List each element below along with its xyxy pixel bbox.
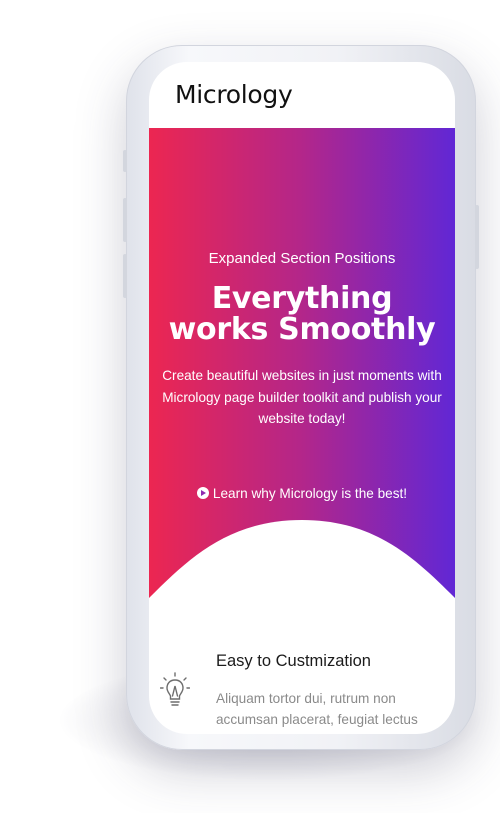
side-button-power — [475, 205, 479, 269]
feature-description: Aliquam tortor dui, rutrum non accumsan … — [216, 688, 448, 734]
side-button-silent — [123, 150, 127, 172]
hero-title-line-1: Everything — [211, 281, 393, 316]
mockup-stage: Micrology Expanded Section Positions Eve… — [0, 0, 500, 813]
feature-description-line-2: accumsan placerat, feugiat lectus — [216, 712, 418, 727]
hero-subtitle: Expanded Section Positions — [208, 250, 396, 267]
hero-wave-shape — [149, 520, 455, 608]
play-circle-icon — [196, 487, 209, 499]
hero-description: Create beautiful websites in just moment… — [162, 368, 442, 426]
learn-more-label: Learn why Micrology is the best! — [212, 486, 408, 501]
hero-title-line-2: works Smoothly — [168, 312, 436, 347]
site-logo[interactable]: Micrology — [175, 80, 293, 109]
side-button-volume-down — [123, 254, 127, 298]
feature-description-line-1: Aliquam tortor dui, rutrum non — [216, 691, 396, 706]
feature-title: Easy to Custmization — [216, 652, 371, 670]
hero-title: Everything works Smoothly — [149, 283, 455, 345]
learn-more-link[interactable]: Learn why Micrology is the best! — [149, 486, 455, 501]
lightbulb-icon — [160, 672, 190, 706]
side-button-volume-up — [123, 198, 127, 242]
